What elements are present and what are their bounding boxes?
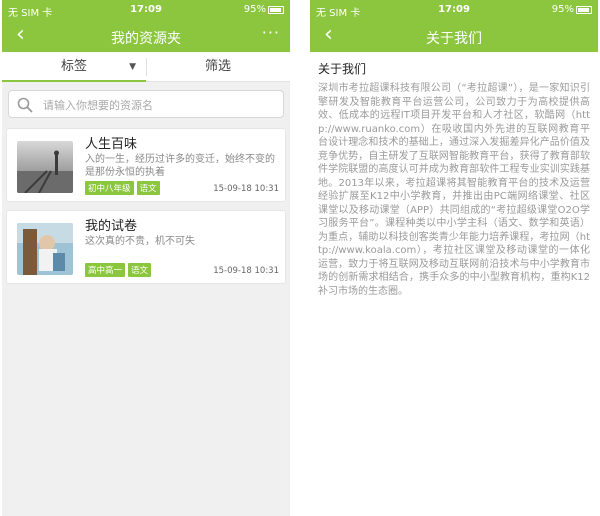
resource-description: 这次真的不贵，机不可失 [85, 236, 195, 247]
resource-title: 人生百味 [85, 137, 138, 152]
tab-filter[interactable]: 筛选 [146, 52, 290, 82]
resource-timestamp: 15-09-18 10:31 [213, 266, 279, 276]
resource-title: 我的试卷 [85, 219, 138, 234]
resource-tags: 初中八年级 语文 [85, 176, 163, 195]
battery-icon [576, 6, 592, 14]
page-title: 我的资源夹 [111, 31, 181, 47]
about-body-text: 深圳市考拉超课科技有限公司（“考拉超课”），是一家知识引擎研发及智能教育平台运营… [318, 83, 590, 297]
page-title: 关于我们 [426, 31, 482, 47]
resource-thumbnail [17, 141, 73, 193]
resource-card[interactable]: 人生百味 入的一生，经历过许多的变迁，始终不变的是那份永恒的执着 初中八年级 语文… [6, 128, 286, 202]
filter-tabs: 标签 ▼ 筛选 [2, 52, 290, 82]
resource-card[interactable]: 我的试卷 这次真的不贵，机不可失 高中高一 语文 15-09-18 10:31 [6, 210, 286, 284]
search-input[interactable] [43, 95, 273, 115]
battery-percent: 95% [243, 4, 266, 15]
caret-down-icon: ▼ [129, 62, 136, 72]
search-box[interactable] [8, 90, 284, 118]
resource-timestamp: 15-09-18 10:31 [213, 184, 279, 194]
battery-icon [268, 6, 284, 14]
status-bar: 无 SIM 卡 17:09 95% [2, 0, 290, 20]
resource-tags: 高中高一 语文 [85, 258, 154, 277]
more-icon[interactable]: ··· [262, 23, 280, 42]
battery-percent: 95% [551, 4, 574, 15]
status-bar: 无 SIM 卡 17:09 95% [310, 0, 598, 20]
search-area [2, 82, 290, 128]
tab-tags-label: 标签 [60, 59, 87, 74]
tab-filter-label: 筛选 [204, 59, 231, 74]
tag-subject: 语文 [128, 263, 152, 277]
nav-bar: ‹ 关于我们 [310, 20, 598, 52]
about-us-screen: 无 SIM 卡 17:09 95% ‹ 关于我们 关于我们 深圳市考拉超课科技有… [310, 0, 598, 516]
resource-thumbnail [17, 223, 73, 275]
search-icon [17, 97, 33, 113]
tag-grade: 高中高一 [85, 263, 126, 277]
resource-folder-screen: 无 SIM 卡 17:09 95% ‹ 我的资源夹 ··· 标签 ▼ 筛选 请输… [2, 0, 290, 516]
tab-tags[interactable]: 标签 ▼ [2, 52, 146, 82]
tag-grade: 初中八年级 [85, 181, 134, 195]
tag-subject: 语文 [136, 181, 160, 195]
about-heading: 关于我们 [318, 62, 367, 76]
nav-bar: ‹ 我的资源夹 ··· [2, 20, 290, 52]
